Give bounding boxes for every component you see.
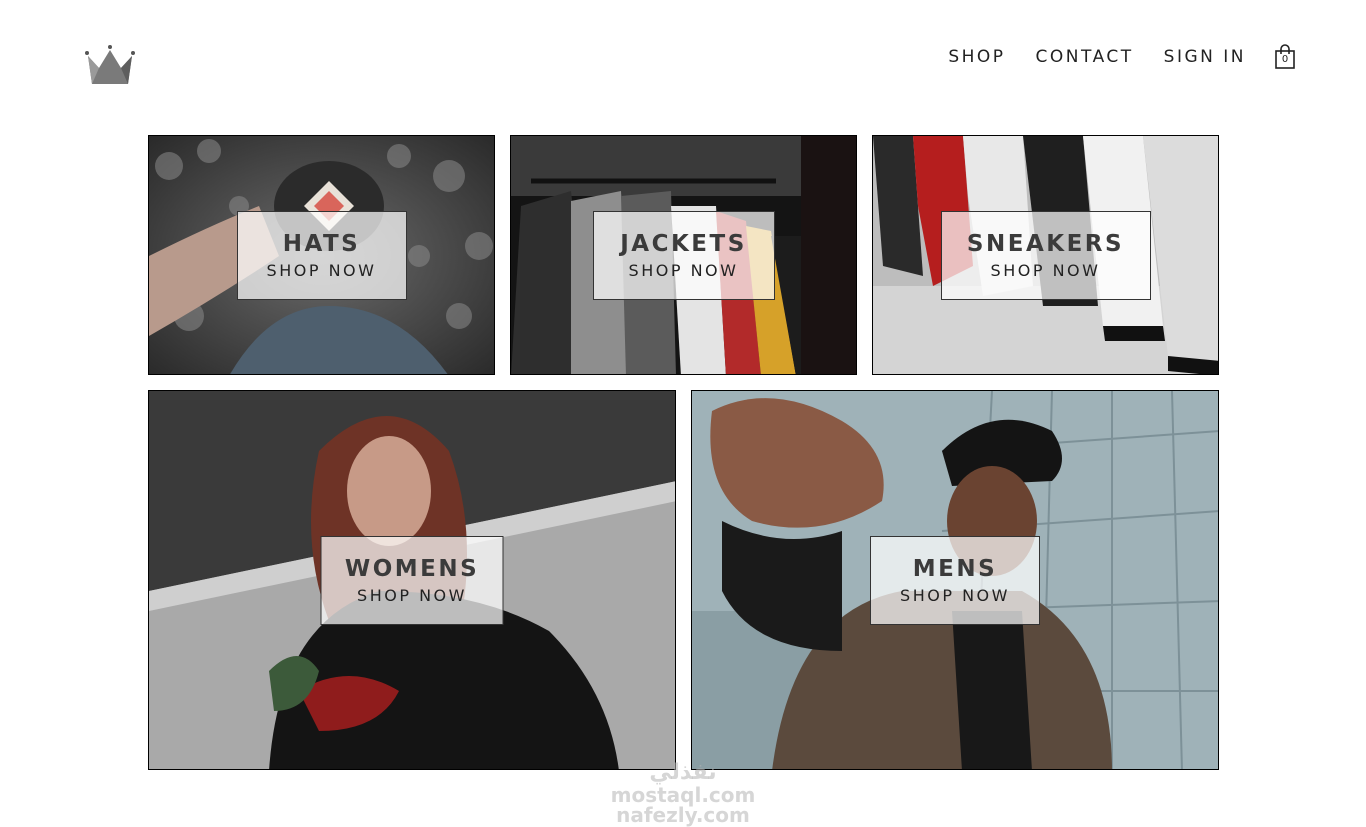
shop-now-cta[interactable]: SHOP NOW [629,260,739,282]
nav-contact-link[interactable]: CONTACT [1036,46,1134,68]
category-title: JACKETS [620,230,747,257]
shop-now-cta[interactable]: SHOP NOW [267,260,377,282]
nav-sign-in-link[interactable]: SIGN IN [1164,46,1246,68]
cart-button[interactable]: 0 [1274,44,1296,70]
crown-logo-icon[interactable] [84,44,136,86]
category-tile-jackets[interactable]: JACKETS SHOP NOW [510,135,857,375]
cart-count: 0 [1281,54,1289,65]
shop-now-cta[interactable]: SHOP NOW [900,585,1010,607]
category-title: WOMENS [344,555,480,582]
shop-now-cta[interactable]: SHOP NOW [357,585,467,607]
category-label: WOMENS SHOP NOW [320,536,504,625]
category-label: MENS SHOP NOW [870,536,1040,625]
category-title: MENS [912,555,998,582]
category-tile-womens[interactable]: WOMENS SHOP NOW [148,390,676,770]
nav-shop-link[interactable]: SHOP [948,46,1005,68]
shop-now-cta[interactable]: SHOP NOW [991,260,1101,282]
category-label: HATS SHOP NOW [236,211,407,300]
category-tile-sneakers[interactable]: SNEAKERS SHOP NOW [872,135,1219,375]
category-label: JACKETS SHOP NOW [592,211,775,300]
main-nav: SHOP CONTACT SIGN IN 0 [948,44,1296,70]
category-label: SNEAKERS SHOP NOW [940,211,1151,300]
category-title: SNEAKERS [966,230,1125,257]
category-tile-mens[interactable]: MENS SHOP NOW [691,390,1219,770]
watermark-mostaql: mostaql.com [610,783,756,807]
watermark-nafezly: nafezly.com [616,803,750,827]
category-tile-hats[interactable]: HATS SHOP NOW [148,135,495,375]
category-title: HATS [282,230,361,257]
